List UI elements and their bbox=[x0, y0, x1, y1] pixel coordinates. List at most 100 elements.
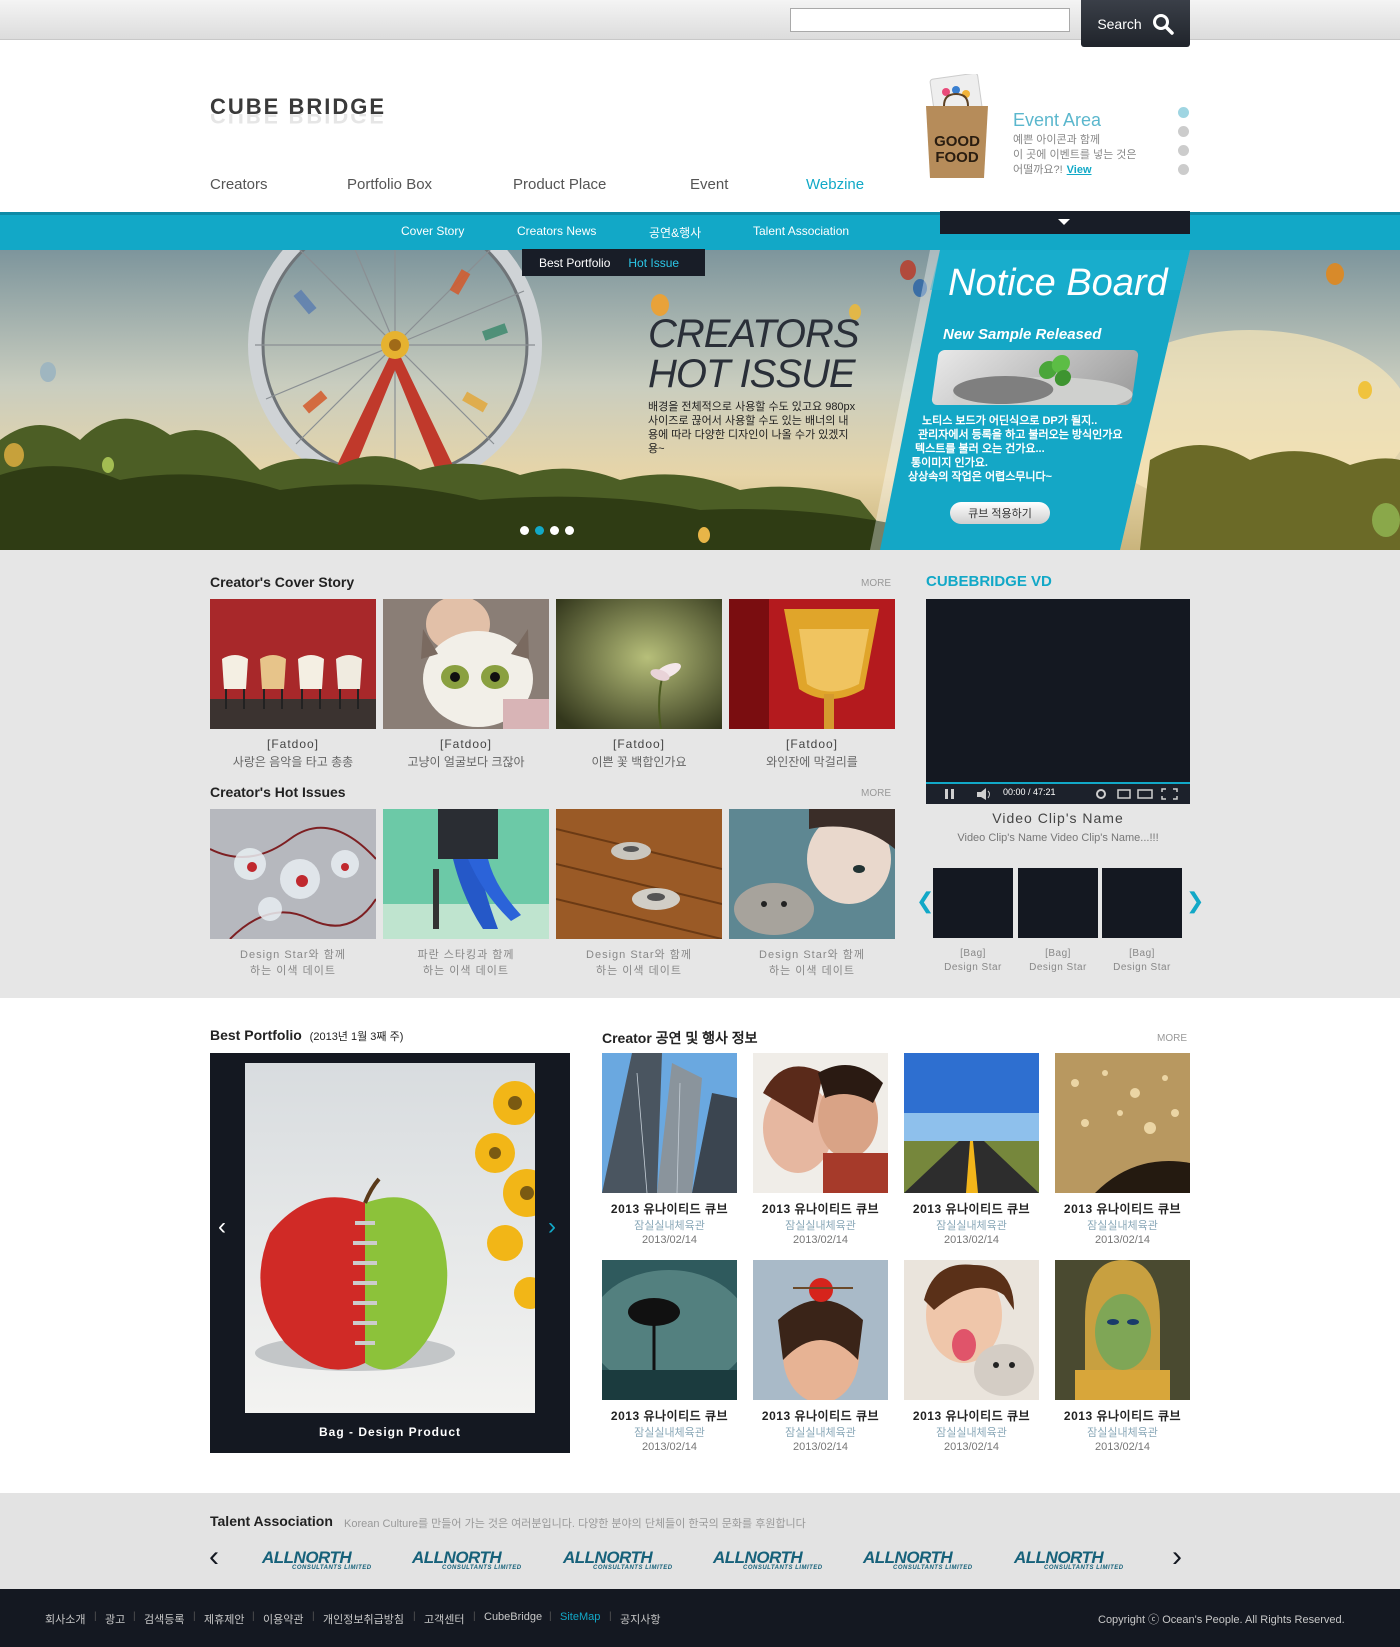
partner-logo-3[interactable]: ALLNORTH CONSULTANTS LIMITED bbox=[563, 1548, 673, 1571]
nav-portfolio-box[interactable]: Portfolio Box bbox=[347, 176, 432, 193]
search-input[interactable] bbox=[790, 8, 1070, 32]
cover-text-1[interactable]: 사랑은 음악을 타고 총총 bbox=[210, 753, 376, 770]
hero-dot-1[interactable] bbox=[520, 526, 529, 535]
event-thumb-3[interactable] bbox=[904, 1053, 1039, 1193]
event-thumb-5[interactable] bbox=[602, 1260, 737, 1400]
event-title-2[interactable]: 2013 유나이티드 큐브 bbox=[753, 1200, 888, 1217]
event-title-3[interactable]: 2013 유나이티드 큐브 bbox=[904, 1200, 1039, 1217]
subnav-creators-news[interactable]: Creators News bbox=[517, 224, 596, 238]
subnav-performances[interactable]: 공연&행사 bbox=[649, 224, 701, 241]
hot-issue-caption-1[interactable]: Design Star와 함께 하는 이색 데이트 bbox=[210, 947, 376, 979]
footer-link-ads[interactable]: 광고 bbox=[105, 1611, 125, 1627]
subnav-toggle[interactable] bbox=[940, 211, 1190, 234]
hero-title-line2: HOT ISSUE bbox=[648, 352, 856, 396]
event-title-1[interactable]: 2013 유나이티드 큐브 bbox=[602, 1200, 737, 1217]
event-title-7[interactable]: 2013 유나이티드 큐브 bbox=[904, 1407, 1039, 1424]
event-thumb-7[interactable] bbox=[904, 1260, 1039, 1400]
footer-link-company[interactable]: 회사소개 bbox=[45, 1611, 85, 1627]
portfolio-next-arrow-icon[interactable]: › bbox=[548, 1213, 556, 1241]
partner-logo-2-sub: CONSULTANTS LIMITED bbox=[442, 1565, 522, 1571]
event-thumb-1[interactable] bbox=[602, 1053, 737, 1193]
footer-link-sitemap[interactable]: SiteMap bbox=[560, 1611, 600, 1623]
portfolio-prev-arrow-icon[interactable]: ‹ bbox=[218, 1213, 226, 1241]
event-title-4[interactable]: 2013 유나이티드 큐브 bbox=[1055, 1200, 1190, 1217]
event-title-6[interactable]: 2013 유나이티드 큐브 bbox=[753, 1407, 888, 1424]
best-portfolio-caption: Bag - Design Product bbox=[318, 1425, 461, 1439]
event-date-8: 2013/02/14 bbox=[1094, 1441, 1151, 1453]
event-slide-dot-2[interactable] bbox=[1178, 126, 1189, 137]
cover-text-2[interactable]: 고냥이 얼굴보다 크잖아 bbox=[383, 753, 549, 770]
good-food-bag-image[interactable]: GOOD FOOD bbox=[922, 72, 992, 182]
subnav-talent-association[interactable]: Talent Association bbox=[753, 224, 849, 238]
best-portfolio-week: (2013년 1월 3째 주) bbox=[309, 1031, 404, 1043]
event-thumb-8[interactable] bbox=[1055, 1260, 1190, 1400]
subnav-cover-story[interactable]: Cover Story bbox=[401, 224, 464, 238]
event-thumb-6[interactable] bbox=[753, 1260, 888, 1400]
hot-issues-more-link[interactable]: MORE bbox=[861, 788, 891, 799]
volume-icon bbox=[977, 788, 990, 800]
hero-dot-2[interactable] bbox=[535, 526, 544, 535]
hot-issue-thumb-1[interactable] bbox=[210, 809, 376, 939]
hero-dot-4[interactable] bbox=[565, 526, 574, 535]
event-thumb-2[interactable] bbox=[753, 1053, 888, 1193]
video-player[interactable] bbox=[926, 599, 1190, 804]
notice-board-title: Notice Board bbox=[948, 262, 1168, 304]
cover-story-thumb-1[interactable] bbox=[210, 599, 376, 729]
video-prev-arrow-icon[interactable]: ❮ bbox=[916, 888, 934, 914]
notice-board-image[interactable] bbox=[931, 350, 1139, 405]
nav-webzine[interactable]: Webzine bbox=[806, 176, 864, 193]
events-more-link[interactable]: MORE bbox=[1157, 1033, 1187, 1044]
cover-story-thumb-3[interactable] bbox=[556, 599, 722, 729]
cover-tag-2: [Fatdoo] bbox=[439, 737, 493, 751]
cover-story-more-link[interactable]: MORE bbox=[861, 578, 891, 589]
event-slide-dot-4[interactable] bbox=[1178, 164, 1189, 175]
cover-text-3[interactable]: 이쁜 꽃 백합인가요 bbox=[556, 753, 722, 770]
cover-tag-4: [Fatdoo] bbox=[785, 737, 839, 751]
partner-logo-5[interactable]: ALLNORTH CONSULTANTS LIMITED bbox=[863, 1548, 973, 1571]
nav-creators[interactable]: Creators bbox=[210, 176, 268, 193]
dropdown-best-portfolio[interactable]: Best Portfolio bbox=[539, 256, 610, 270]
event-view-link[interactable]: View bbox=[1067, 164, 1092, 176]
partner-logo-4-sub: CONSULTANTS LIMITED bbox=[743, 1565, 823, 1571]
video-thumb-2[interactable] bbox=[1018, 868, 1098, 938]
cover-text-4[interactable]: 와인잔에 막걸리를 bbox=[729, 753, 895, 770]
event-thumb-4[interactable] bbox=[1055, 1053, 1190, 1193]
talent-association-description: Korean Culture를 만들어 가는 것은 여러분입니다. 다양한 분야… bbox=[344, 1518, 806, 1530]
footer-link-search-register[interactable]: 검색등록 bbox=[144, 1611, 184, 1627]
partner-logo-2[interactable]: ALLNORTH CONSULTANTS LIMITED bbox=[412, 1548, 522, 1571]
hot-issue-thumb-3[interactable] bbox=[556, 809, 722, 939]
footer-link-privacy[interactable]: 개인정보취급방침 bbox=[323, 1611, 404, 1627]
talent-prev-arrow-icon[interactable]: ‹ bbox=[209, 1540, 219, 1574]
search-button[interactable]: Search bbox=[1081, 0, 1190, 47]
partner-logo-1[interactable]: ALLNORTH CONSULTANTS LIMITED bbox=[262, 1548, 372, 1571]
hot-issue-caption-2[interactable]: 파란 스타킹과 함께 하는 이색 데이트 bbox=[383, 947, 549, 979]
video-thumb-1[interactable] bbox=[933, 868, 1013, 938]
footer-link-terms[interactable]: 이용약관 bbox=[263, 1611, 303, 1627]
video-thumb-3[interactable] bbox=[1102, 868, 1182, 938]
dropdown-hot-issue[interactable]: Hot Issue bbox=[628, 256, 679, 270]
cover-story-thumb-4[interactable] bbox=[729, 599, 895, 729]
video-next-arrow-icon[interactable]: ❯ bbox=[1186, 888, 1204, 914]
hot-issue-thumb-4[interactable] bbox=[729, 809, 895, 939]
notice-apply-button[interactable]: 큐브 적용하기 bbox=[950, 502, 1050, 524]
best-portfolio-image[interactable] bbox=[245, 1063, 535, 1413]
event-title-5[interactable]: 2013 유나이티드 큐브 bbox=[602, 1407, 737, 1424]
footer-link-notice[interactable]: 공지사항 bbox=[620, 1611, 660, 1627]
hot-issue-caption-4[interactable]: Design Star와 함께 하는 이색 데이트 bbox=[729, 947, 895, 979]
cover-story-thumb-2[interactable] bbox=[383, 599, 549, 729]
event-slide-dot-1[interactable] bbox=[1178, 107, 1189, 118]
nav-product-place[interactable]: Product Place bbox=[513, 176, 606, 193]
partner-logo-6[interactable]: ALLNORTH CONSULTANTS LIMITED bbox=[1014, 1548, 1124, 1571]
hot-issue-thumb-2[interactable] bbox=[383, 809, 549, 939]
video-clip-name[interactable]: Video Clip's Name bbox=[926, 810, 1190, 826]
footer-link-partnership[interactable]: 제휴제안 bbox=[204, 1611, 244, 1627]
partner-logo-4[interactable]: ALLNORTH CONSULTANTS LIMITED bbox=[713, 1548, 823, 1571]
nav-event[interactable]: Event bbox=[690, 176, 728, 193]
event-title-8[interactable]: 2013 유나이티드 큐브 bbox=[1055, 1407, 1190, 1424]
event-slide-dot-3[interactable] bbox=[1178, 145, 1189, 156]
footer-link-cubebridge[interactable]: CubeBridge bbox=[484, 1611, 542, 1623]
hot-issue-caption-3[interactable]: Design Star와 함께 하는 이색 데이트 bbox=[556, 947, 722, 979]
hero-dot-3[interactable] bbox=[550, 526, 559, 535]
talent-next-arrow-icon[interactable]: › bbox=[1172, 1540, 1182, 1574]
footer-link-support[interactable]: 고객센터 bbox=[424, 1611, 464, 1627]
